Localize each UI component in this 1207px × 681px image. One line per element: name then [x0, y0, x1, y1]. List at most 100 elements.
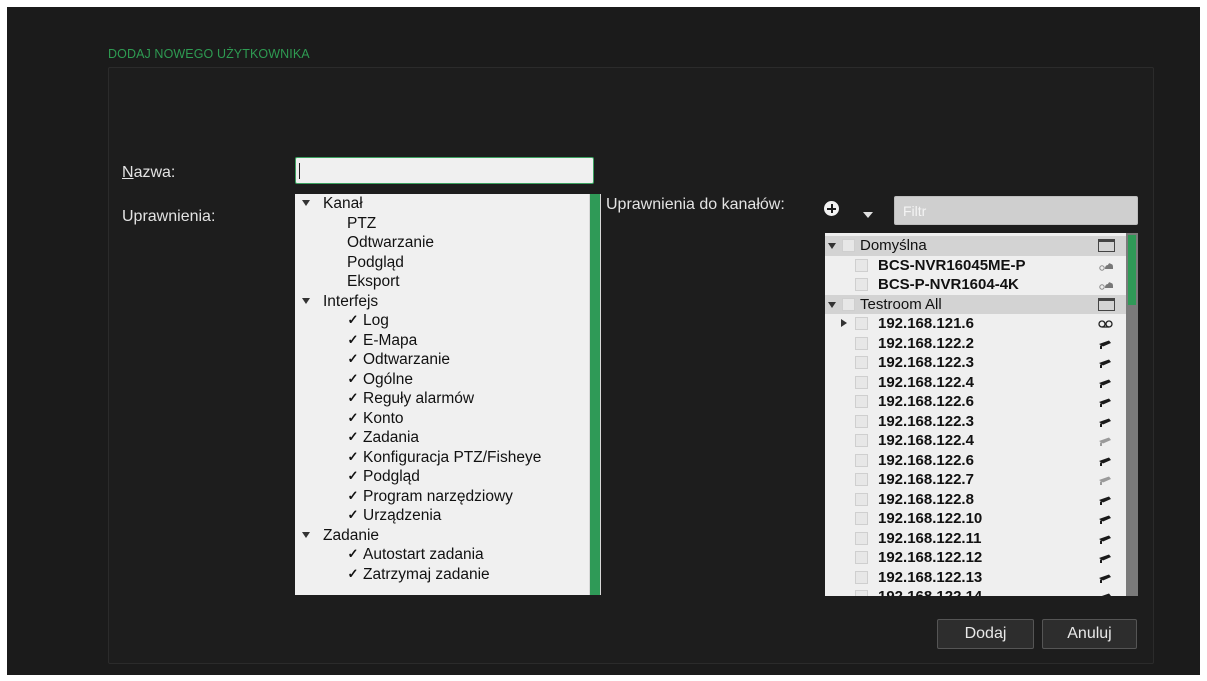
- checkmark-icon[interactable]: ✓: [347, 430, 359, 443]
- camera-icon: [1099, 418, 1111, 427]
- app-window: DODAJ NOWEGO UŻYTKOWNIKA Nazwa: Uprawnie…: [7, 7, 1200, 675]
- cancel-button[interactable]: Anuluj: [1042, 619, 1137, 649]
- checkmark-icon[interactable]: ✓: [347, 469, 359, 482]
- camera-icon: [1099, 457, 1111, 466]
- camera-icon: [1099, 574, 1111, 583]
- channel-device-row[interactable]: 192.168.122.13: [825, 568, 1126, 588]
- channel-group-row[interactable]: Domyślna: [825, 236, 1126, 256]
- channel-label: BCS-P-NVR1604-4K: [878, 276, 1019, 293]
- checkmark-icon[interactable]: ✓: [347, 333, 359, 346]
- channel-device-row[interactable]: BCS-NVR16045ME-P: [825, 256, 1126, 276]
- permission-item-label: Zatrzymaj zadanie: [363, 565, 490, 583]
- permission-item-label: E-Mapa: [363, 331, 418, 349]
- expand-triangle-icon[interactable]: [302, 531, 310, 538]
- permissions-tree[interactable]: Kanał PTZ Odtwarzanie Podgląd Eksport Interfe…: [295, 194, 601, 595]
- permissions-scrollbar-thumb[interactable]: [590, 194, 600, 595]
- channel-checkbox[interactable]: [855, 336, 868, 350]
- channel-checkbox[interactable]: [855, 570, 868, 584]
- checkmark-icon[interactable]: ✓: [347, 411, 359, 424]
- channel-label: 192.168.122.3: [878, 354, 974, 371]
- add-circle-icon[interactable]: [824, 201, 839, 216]
- checkmark-icon[interactable]: ✓: [347, 372, 359, 385]
- filter-input[interactable]: [894, 196, 1138, 225]
- collapse-triangle-icon[interactable]: [828, 243, 836, 249]
- camera-icon: [1099, 515, 1111, 524]
- channel-checkbox[interactable]: [855, 531, 868, 545]
- channel-checkbox[interactable]: [855, 453, 868, 467]
- permission-item-label: Konfiguracja PTZ/Fisheye: [363, 448, 542, 466]
- permission-item-label: Odtwarzanie: [363, 351, 451, 368]
- expand-triangle-icon[interactable]: [841, 319, 847, 327]
- channel-label: Domyślna: [860, 237, 927, 254]
- channel-checkbox[interactable]: [842, 239, 855, 252]
- channel-device-row[interactable]: 192.168.122.7: [825, 470, 1126, 490]
- channel-checkbox[interactable]: [855, 278, 868, 291]
- folder-icon: [1098, 239, 1115, 252]
- checkmark-icon[interactable]: ✓: [347, 489, 359, 502]
- checkmark-icon[interactable]: ✓: [347, 508, 359, 521]
- channel-label: Testroom All: [860, 295, 942, 313]
- channel-checkbox[interactable]: [855, 395, 868, 408]
- channel-checkbox[interactable]: [855, 551, 868, 564]
- checkmark-icon[interactable]: ✓: [347, 547, 359, 560]
- expand-triangle-icon[interactable]: [302, 297, 310, 304]
- checkmark-icon[interactable]: ✓: [347, 391, 359, 404]
- camera-icon: [1099, 359, 1111, 368]
- permission-item-label: Reguły alarmów: [363, 390, 475, 407]
- channel-device-row[interactable]: 192.168.122.6: [825, 451, 1126, 471]
- channel-checkbox[interactable]: [855, 258, 868, 272]
- channel-label: 192.168.122.4: [878, 432, 974, 449]
- channel-device-row[interactable]: 192.168.122.14: [825, 587, 1126, 596]
- channel-checkbox[interactable]: [855, 492, 868, 506]
- channel-device-row[interactable]: 192.168.122.8: [825, 490, 1126, 510]
- name-label-mnemonic: N: [122, 164, 134, 181]
- channel-label: BCS-NVR16045ME-P: [878, 256, 1026, 274]
- checkmark-icon[interactable]: ✓: [347, 313, 359, 326]
- add-button[interactable]: Dodaj: [937, 619, 1034, 649]
- channel-checkbox[interactable]: [855, 512, 868, 525]
- permission-item-label: Zadania: [363, 429, 420, 446]
- checkmark-icon[interactable]: ✓: [347, 567, 359, 580]
- channel-device-row[interactable]: BCS-P-NVR1604-4K: [825, 275, 1126, 295]
- channel-device-row[interactable]: 192.168.122.3: [825, 353, 1126, 373]
- channel-device-row[interactable]: 192.168.122.6: [825, 392, 1126, 412]
- name-input[interactable]: [295, 157, 594, 184]
- channel-device-row[interactable]: 192.168.122.4: [825, 373, 1126, 393]
- channel-checkbox[interactable]: [855, 317, 868, 330]
- permission-group-label: Interfejs: [323, 292, 379, 310]
- chevron-down-icon[interactable]: [863, 212, 873, 218]
- channel-device-row[interactable]: 192.168.121.6: [825, 314, 1126, 334]
- channel-checkbox[interactable]: [855, 590, 868, 596]
- channels-scrollbar[interactable]: [1126, 233, 1138, 596]
- channel-device-row[interactable]: 192.168.122.2: [825, 334, 1126, 354]
- channel-checkbox[interactable]: [855, 356, 868, 369]
- channel-device-row[interactable]: 192.168.122.4: [825, 431, 1126, 451]
- permission-item-label: Podgląd: [347, 253, 404, 271]
- permissions-scrollbar[interactable]: [589, 194, 601, 595]
- collapse-triangle-icon[interactable]: [828, 301, 836, 308]
- channel-device-row[interactable]: 192.168.122.10: [825, 509, 1126, 529]
- channel-checkbox[interactable]: [855, 375, 868, 389]
- channel-permissions-label: Uprawnienia do kanałów:: [606, 196, 785, 213]
- channel-device-row[interactable]: 192.168.122.3: [825, 412, 1126, 432]
- channel-checkbox[interactable]: [842, 297, 855, 311]
- camera-icon: [1099, 379, 1111, 388]
- channel-checkbox[interactable]: [855, 434, 868, 447]
- dialog-title: DODAJ NOWEGO UŻYTKOWNIKA: [108, 47, 310, 61]
- channels-scrollbar-thumb[interactable]: [1128, 235, 1136, 305]
- checkmark-icon[interactable]: ✓: [347, 450, 359, 463]
- expand-triangle-icon[interactable]: [302, 200, 310, 206]
- channel-device-row[interactable]: 192.168.122.11: [825, 529, 1126, 549]
- permission-item-label: Autostart zadania: [363, 546, 484, 563]
- name-label: Nazwa:: [122, 164, 175, 182]
- permission-item-label: Urządzenia: [363, 507, 442, 524]
- channel-device-row[interactable]: 192.168.122.12: [825, 548, 1126, 568]
- cloud-device-icon: [1099, 282, 1113, 290]
- channel-checkbox[interactable]: [855, 414, 868, 428]
- channels-tree[interactable]: Domyślna BCS-NVR16045ME-P BCS-P-NVR1604-4K…: [825, 233, 1138, 596]
- channel-group-row[interactable]: Testroom All: [825, 294, 1126, 314]
- camera-icon: [1099, 554, 1111, 563]
- channel-checkbox[interactable]: [855, 473, 868, 486]
- checkmark-icon[interactable]: ✓: [347, 352, 359, 365]
- permissions-label: Uprawnienia:: [122, 208, 216, 225]
